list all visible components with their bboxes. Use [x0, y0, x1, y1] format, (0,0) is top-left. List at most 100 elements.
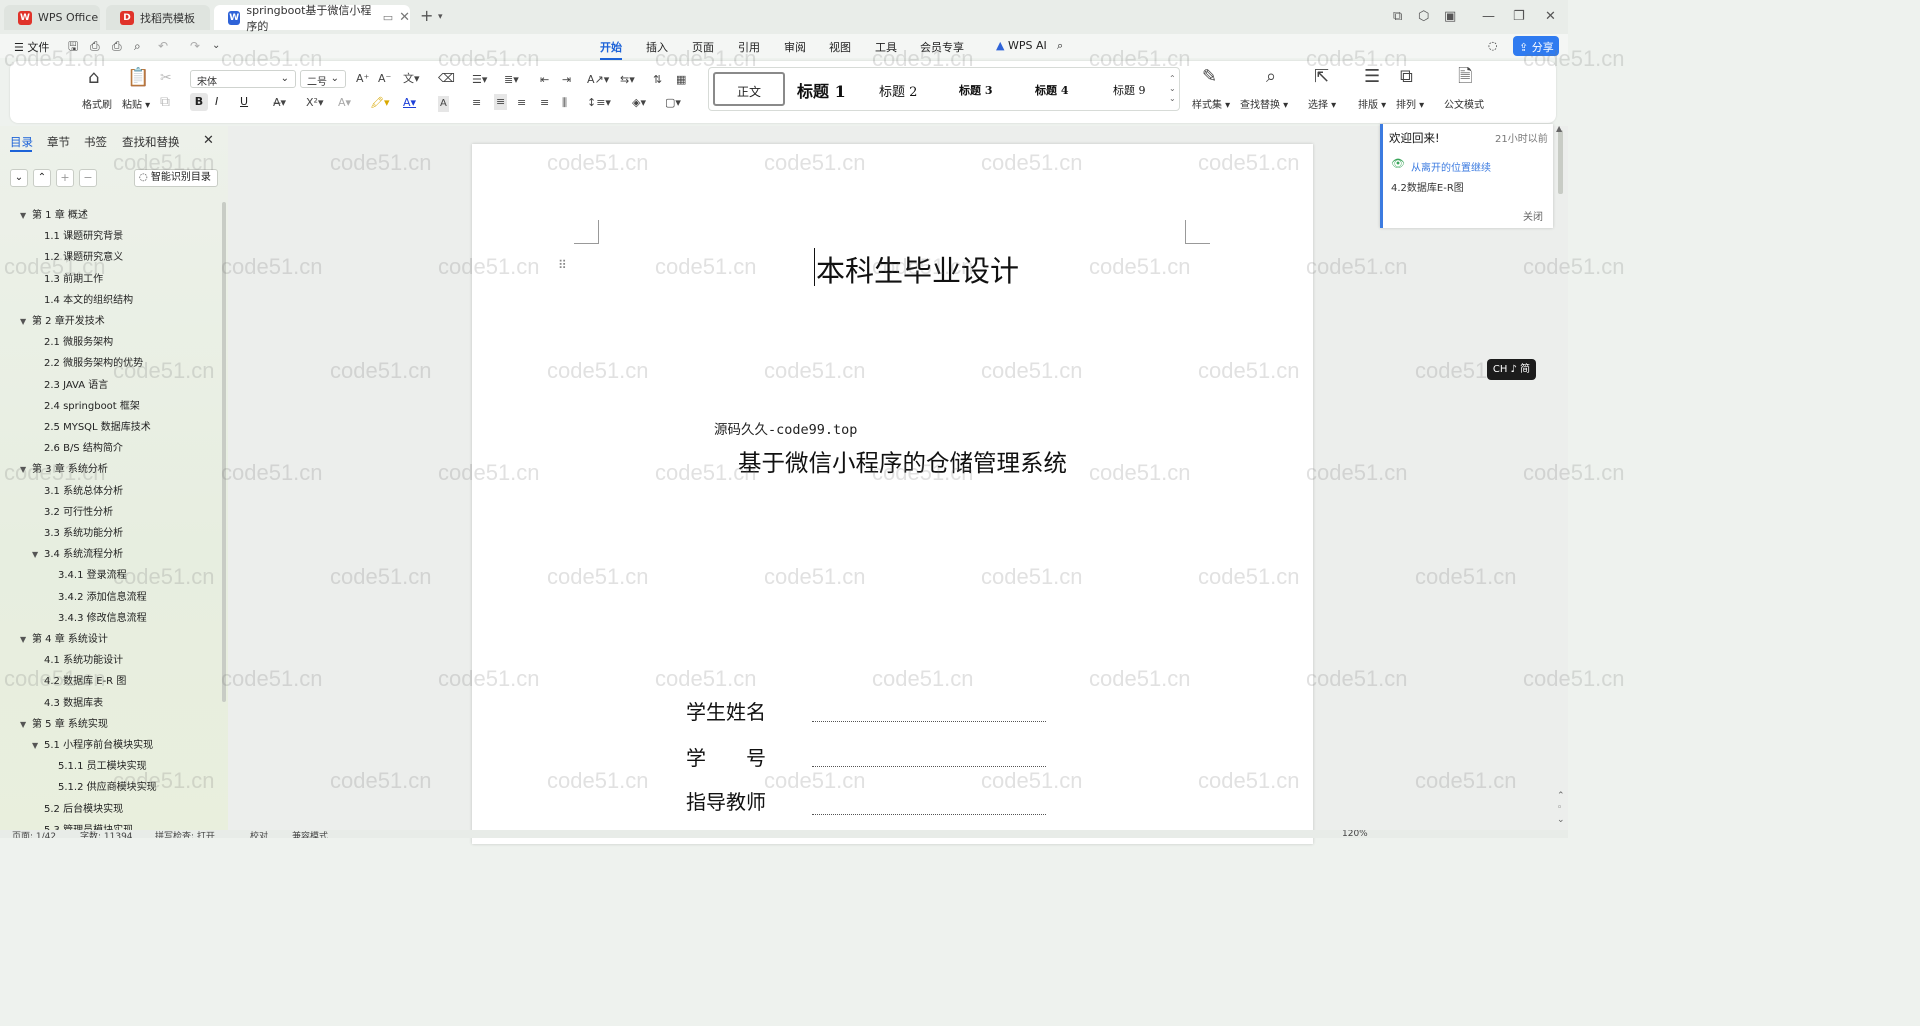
phonetic-icon[interactable]: 文▾ [403, 72, 420, 86]
toc-item[interactable]: 5.2 后台模块实现 [44, 800, 123, 815]
toc-item[interactable]: 4.3 数据库表 [44, 694, 103, 709]
align-right-icon[interactable]: ≡ [517, 96, 526, 110]
sort-icon[interactable]: ⇅ [653, 73, 662, 87]
menu-member[interactable]: 会员专享 [920, 39, 964, 55]
toc-item[interactable]: 1.3 前期工作 [44, 270, 103, 285]
resume-position-link[interactable]: 从离开的位置继续 [1411, 159, 1491, 174]
official-doc-icon[interactable]: 🗎 [1458, 68, 1472, 86]
toc-item[interactable]: 2.3 JAVA 语言 [44, 376, 108, 391]
bullet-list-icon[interactable]: ☰▾ [472, 73, 487, 87]
chevron-down-icon[interactable]: ⌄ [212, 39, 220, 53]
menu-tools[interactable]: 工具 [875, 39, 897, 55]
toc-item[interactable]: ▼ 第 5 章 系统实现 [20, 715, 108, 730]
style-heading-1[interactable]: 标题 1 [797, 78, 846, 102]
close-window-icon[interactable]: ✕ [1545, 9, 1556, 24]
export-icon[interactable]: ⎙ [90, 39, 100, 53]
tab-toc[interactable]: 目录 [10, 134, 33, 150]
file-menu[interactable]: ☰ 文件 [14, 39, 49, 55]
border-icon[interactable]: ▢▾ [665, 96, 681, 110]
style-set-button[interactable]: 样式集 ▾ [1192, 96, 1230, 111]
share-button[interactable]: ⇪ 分享 [1513, 36, 1559, 56]
status-zoom[interactable]: 120% [1342, 830, 1368, 838]
toc-item[interactable]: 1.2 课题研究意义 [44, 248, 123, 263]
increase-indent-icon[interactable]: ⇥ [562, 73, 571, 87]
menu-view[interactable]: 视图 [829, 39, 851, 55]
toc-item[interactable]: 3.4.2 添加信息流程 [58, 588, 147, 603]
style-heading-9[interactable]: 标题 9 [1113, 82, 1146, 98]
clear-format-icon[interactable]: ⌫ [438, 71, 455, 85]
numbered-list-icon[interactable]: ≣▾ [504, 73, 519, 87]
expand-all-icon[interactable]: ⌃ [33, 169, 51, 187]
font-family-select[interactable]: 宋体 ⌄ [190, 70, 296, 88]
toc-item[interactable]: 3.2 可行性分析 [44, 503, 113, 518]
expand-triangle-icon[interactable]: ▼ [32, 550, 44, 559]
select-cursor-icon[interactable]: ⇱ [1314, 68, 1329, 86]
select-button[interactable]: 选择 ▾ [1308, 96, 1336, 111]
minimize-icon[interactable]: — [1482, 9, 1495, 24]
superscript-icon[interactable]: X²▾ [306, 96, 323, 110]
find-replace-icon[interactable]: ⌕ [1266, 68, 1276, 86]
toc-item[interactable]: ▼ 第 3 章 系统分析 [20, 460, 108, 475]
print-preview-icon[interactable]: ⌕ [134, 39, 141, 53]
arrange-icon[interactable]: ⧉ [1400, 68, 1413, 86]
remove-item-icon[interactable]: − [79, 169, 97, 187]
char-shading-icon[interactable]: A [438, 96, 449, 112]
smart-toc-button[interactable]: ◌ 智能识别目录 [134, 169, 218, 187]
scroll-up-icon[interactable]: ▲ [1556, 124, 1562, 133]
toc-item[interactable]: ▼ 3.4 系统流程分析 [32, 545, 123, 560]
tab-document[interactable]: W springboot基于微信小程序的 ▭ ✕ [214, 4, 410, 33]
toc-item[interactable]: 3.1 系统总体分析 [44, 482, 123, 497]
cut-icon[interactable]: ✂ [160, 71, 172, 85]
style-heading-4[interactable]: 标题 4 [1035, 82, 1068, 98]
close-tab-icon[interactable]: ✕ [399, 10, 410, 25]
drag-handle-icon[interactable]: ⠿ [558, 258, 567, 272]
status-spell-check[interactable]: 拼写检查: 打开 [155, 830, 215, 838]
toc-item[interactable]: 2.2 微服务架构的优势 [44, 354, 143, 369]
font-size-select[interactable]: 二号 ⌄ [300, 70, 346, 88]
style-heading-2[interactable]: 标题 2 [879, 81, 917, 100]
skin-icon[interactable]: ▣ [1444, 9, 1456, 24]
highlight-icon[interactable]: 🖍▾ [370, 96, 390, 110]
shading-icon[interactable]: ◈▾ [632, 96, 646, 110]
toc-item[interactable]: 2.6 B/S 结构简介 [44, 439, 123, 454]
toc-item[interactable]: ▼ 第 1 章 概述 [20, 206, 88, 221]
distributed-icon[interactable]: ⫼ [562, 96, 567, 110]
layout-icon[interactable]: ☰ [1364, 68, 1380, 86]
print-icon[interactable]: ⎙ [112, 39, 122, 53]
status-page[interactable]: 页面: 1/42 [12, 830, 56, 838]
tab-chapters[interactable]: 章节 [47, 134, 70, 150]
toc-item[interactable]: ▼ 5.1 小程序前台模块实现 [32, 736, 153, 751]
toc-item[interactable]: 3.4.3 修改信息流程 [58, 609, 147, 624]
paste-icon[interactable]: 📋 [127, 69, 149, 87]
swap-icon[interactable]: ⇆▾ [620, 73, 635, 87]
toc-item[interactable]: ▼ 第 4 章 系统设计 [20, 630, 108, 645]
window-layout-icon[interactable]: ⧉ [1393, 9, 1402, 24]
table-icon[interactable]: ▦ [676, 73, 686, 87]
expand-triangle-icon[interactable]: ▼ [20, 317, 32, 326]
official-mode-button[interactable]: 公文模式 [1444, 96, 1484, 111]
tab-wps-office[interactable]: W WPS Office [4, 5, 100, 30]
toc-item[interactable]: 3.4.1 登录流程 [58, 566, 127, 581]
layout-button[interactable]: 排版 ▾ [1358, 96, 1386, 111]
decrease-font-icon[interactable]: A⁻ [378, 72, 391, 86]
decrease-indent-icon[interactable]: ⇤ [540, 73, 549, 87]
justify-icon[interactable]: ≡ [540, 96, 549, 110]
toc-item[interactable]: 5.1.1 员工模块实现 [58, 757, 147, 772]
arrange-button[interactable]: 排列 ▾ [1396, 96, 1424, 111]
menu-home[interactable]: 开始 [600, 39, 622, 60]
restore-icon[interactable]: ❐ [1513, 9, 1525, 24]
save-icon[interactable]: 🖫 [68, 39, 78, 53]
collapse-all-icon[interactable]: ⌄ [10, 169, 28, 187]
toc-item[interactable]: 2.4 springboot 框架 [44, 397, 140, 412]
increase-font-icon[interactable]: A⁺ [356, 72, 369, 86]
new-tab-icon[interactable]: + [420, 6, 433, 25]
ime-indicator[interactable]: CH ♪ 简 [1487, 359, 1536, 380]
toc-item[interactable]: 3.3 系统功能分析 [44, 524, 123, 539]
field-line-student-name[interactable] [812, 721, 1046, 722]
menu-page[interactable]: 页面 [692, 39, 714, 55]
align-center-icon[interactable]: ≡ [494, 94, 508, 110]
chat-icon[interactable]: ◌ [1488, 39, 1498, 52]
style-set-icon[interactable]: ✎ [1202, 68, 1217, 86]
document-scrollbar[interactable] [1558, 130, 1563, 194]
redo-icon[interactable]: ↷ [190, 39, 200, 53]
